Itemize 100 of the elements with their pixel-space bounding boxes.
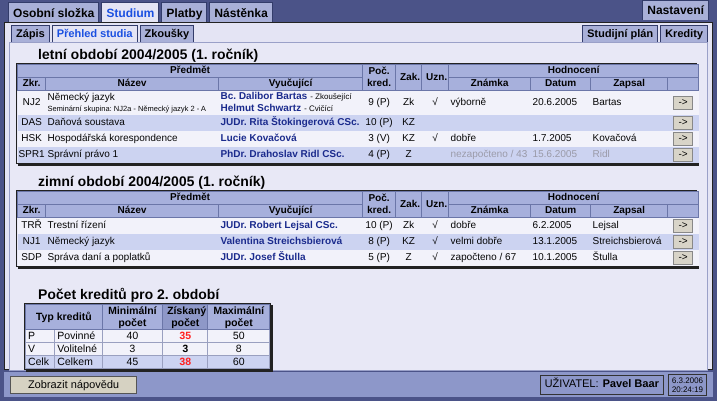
table-cell: 38 [179, 356, 192, 368]
table-cell: 50 [232, 330, 245, 342]
table-cell: KZ [402, 117, 415, 128]
table-cell: SDP [21, 252, 42, 263]
table-cell: Celk [28, 356, 50, 368]
table-cell: dobře [450, 220, 476, 231]
teacher-link[interactable]: Helmut Schwartz [220, 103, 302, 115]
tab[interactable]: Nástěnka [209, 2, 273, 22]
column-header: Datum [530, 78, 591, 90]
nav-button[interactable]: Studijní plán [582, 25, 658, 42]
table-cell: dobře [450, 133, 476, 144]
detail-button[interactable]: -> [673, 148, 693, 162]
teacher-link[interactable]: Bc. Dalibor Bartas [220, 91, 308, 103]
tab[interactable]: Přehled studia [52, 25, 138, 42]
table-cell: 5 (P) [368, 252, 390, 263]
table-cell: Volitelné [57, 343, 97, 355]
tab[interactable]: Studium [101, 2, 160, 22]
column-header: Typ kreditů [26, 304, 102, 330]
table-cell: 10.1.2005 [532, 252, 578, 263]
table-cell: Ridl [592, 149, 610, 160]
column-header: Hodnocení [448, 192, 699, 204]
section-title: letní období 2004/2005 (1. ročník) [37, 45, 260, 63]
teacher-role: - Cvičící [304, 103, 333, 115]
table-cell: 45 [126, 356, 138, 368]
tab[interactable]: Osobní složka [8, 2, 100, 22]
table-cell: DAS [21, 117, 42, 128]
table-cell: 6.2.2005 [532, 220, 572, 231]
table-cell: Lejsal [592, 220, 619, 231]
teacher-role: - Zkoušející [310, 91, 352, 103]
detail-button[interactable]: -> [673, 96, 693, 110]
nav-button[interactable]: Kredity [660, 25, 708, 42]
table-cell-text: Trestní řízení [48, 220, 108, 232]
table-cell: Kovačová [592, 133, 636, 144]
table-cell: 10 (P) [365, 220, 393, 231]
column-header: Zkr. [18, 78, 46, 90]
column-header: Název [46, 204, 218, 218]
teacher-link[interactable]: Valentina Streichsbierová [220, 236, 342, 248]
column-header: Zapsal [590, 78, 668, 90]
column-header: Uzn. [422, 64, 449, 90]
teacher-link[interactable]: PhDr. Drahoslav Ridl CSc. [220, 149, 344, 161]
detail-button[interactable]: -> [673, 235, 693, 249]
table-cell: Štulla [592, 252, 618, 263]
column-header: Vyučující [218, 204, 363, 218]
tab[interactable]: Zápis [11, 25, 50, 42]
tab[interactable]: Platby [161, 2, 208, 22]
table-cell: √ [432, 236, 438, 247]
table-cell: 1.7.2005 [532, 133, 572, 144]
table-cell: 35 [179, 330, 192, 342]
table-cell: KZ [402, 133, 415, 144]
table-cell: √ [432, 133, 438, 144]
table-cell: 3 [182, 343, 188, 355]
table-cell: NJ1 [22, 236, 40, 247]
teacher-link[interactable]: JUDr. Robert Lejsal CSc. [220, 220, 338, 232]
column-header: Vyučující [218, 78, 363, 90]
teacher-link[interactable]: JUDr. Rita Štokingerová CSc. [220, 117, 360, 129]
table-cell-text: Německý jazyk [48, 92, 116, 104]
table-cell-text: Německý jazyk [48, 236, 116, 248]
teacher-link[interactable]: Lucie Kovačová [220, 133, 297, 145]
table-cell: 40 [126, 330, 138, 342]
table-cell: NJ2 [22, 97, 40, 108]
column-header: Minimální počet [102, 304, 163, 330]
user-name: Pavel Baar [602, 377, 659, 392]
table-cell: Povinné [57, 330, 96, 342]
detail-button[interactable]: -> [673, 251, 693, 265]
column-header: Hodnocení [448, 64, 699, 78]
table-cell: √ [432, 252, 438, 263]
column-header: Poč. kred. [362, 64, 396, 90]
table-cell: nezapočteno / 43 [450, 149, 528, 160]
tab[interactable]: Nastavení [642, 0, 709, 20]
detail-button[interactable]: -> [673, 116, 693, 130]
table-cell: P [28, 330, 36, 342]
table-cell: √ [432, 97, 438, 108]
help-button[interactable]: Zobrazit nápovědu [10, 376, 137, 394]
table-cell-text: Daňová soustava [48, 117, 126, 129]
table-cell: 15.6.2005 [532, 149, 578, 160]
table-cell: 10 (P) [365, 117, 393, 128]
column-header: Předmět [18, 64, 363, 78]
column-header: Získaný počet [162, 304, 208, 330]
date-text: 6.3.2006 [672, 376, 703, 384]
table-cell: Celkem [57, 356, 93, 368]
table-cell: 20.6.2005 [532, 97, 578, 108]
detail-button[interactable]: -> [673, 132, 693, 146]
column-header: Název [46, 78, 218, 90]
table-cell: Zk [402, 220, 414, 231]
detail-button[interactable]: -> [673, 219, 693, 233]
tab[interactable]: Zkoušky [140, 25, 194, 42]
teacher-link[interactable]: JUDr. Josef Štulla [220, 252, 306, 264]
table-cell: Bartas [592, 97, 622, 108]
table-cell: výborně [450, 97, 486, 108]
column-header: Zak. [396, 64, 422, 90]
section-title: zimní období 2004/2005 (1. ročník) [37, 172, 266, 190]
table-cell: 3 [129, 343, 136, 355]
table-cell-text: Správní právo 1 [48, 149, 120, 161]
column-header: Zak. [396, 192, 422, 218]
table-cell: HSK [21, 133, 42, 144]
column-header: Předmět [18, 192, 363, 204]
table-cell: 8 [236, 343, 242, 355]
column-header: Maximální počet [208, 304, 270, 330]
column-header: Poč. kred. [362, 192, 396, 218]
table-cell: 13.1.2005 [532, 236, 578, 247]
